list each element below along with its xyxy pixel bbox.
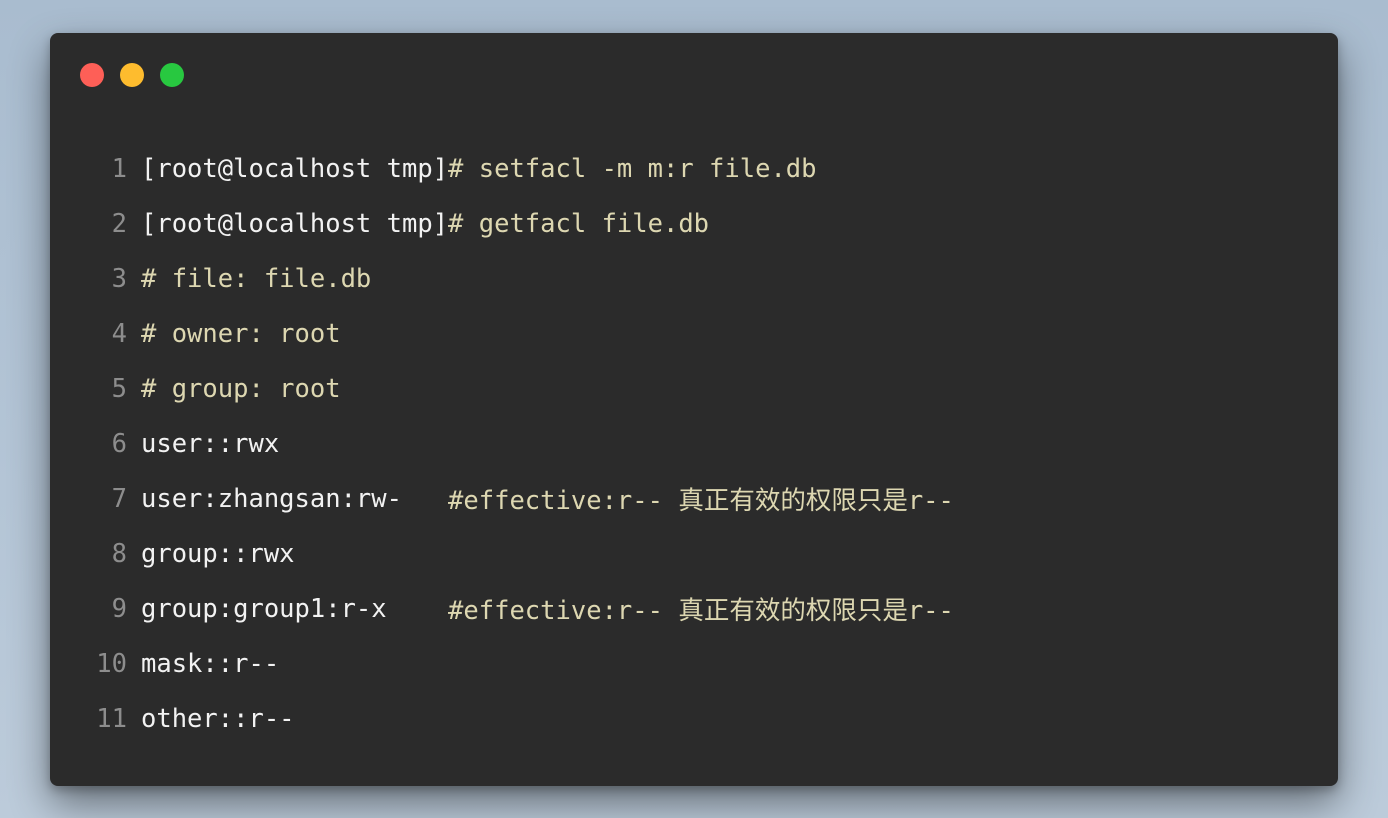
code-line: 2 [root@localhost tmp] # getfacl file.db xyxy=(50,196,1338,251)
line-number: 7 xyxy=(111,483,127,514)
line-number: 2 xyxy=(111,208,127,239)
close-button[interactable] xyxy=(80,63,104,87)
code-line: 4 # owner: root xyxy=(50,306,1338,361)
code-text: [root@localhost tmp] xyxy=(141,153,449,184)
line-number: 5 xyxy=(111,373,127,404)
code-text: mask::r-- xyxy=(141,648,280,679)
code-line: 11 other::r-- xyxy=(50,691,1338,746)
line-number: 9 xyxy=(111,593,127,624)
code-comment: # setfacl -m m:r file.db xyxy=(448,153,817,184)
line-number: 1 xyxy=(111,153,127,184)
code-line: 8 group::rwx xyxy=(50,526,1338,581)
code-comment: # group: root xyxy=(141,373,341,404)
line-number: 10 xyxy=(96,648,127,679)
line-number: 3 xyxy=(111,263,127,294)
code-text: user::rwx xyxy=(141,428,280,459)
code-text: group:group1:r-x xyxy=(141,593,449,624)
code-comment: # owner: root xyxy=(141,318,341,349)
code-comment: # file: file.db xyxy=(141,263,372,294)
code-text: user:zhangsan:rw- xyxy=(141,483,449,514)
line-number: 8 xyxy=(111,538,127,569)
code-comment: #effective:r-- 真正有效的权限只是r-- xyxy=(448,486,954,516)
code-line: 10 mask::r-- xyxy=(50,636,1338,691)
code-line: 1 [root@localhost tmp] # setfacl -m m:r fi… xyxy=(50,141,1338,196)
minimize-button[interactable] xyxy=(120,63,144,87)
code-line: 7 user:zhangsan:rw- #effective:r-- 真正有效的权… xyxy=(50,471,1338,526)
code-block: 1 [root@localhost tmp] # setfacl -m m:r fi… xyxy=(50,141,1338,746)
window-controls xyxy=(80,63,184,87)
code-window: 1 [root@localhost tmp] # setfacl -m m:r fi… xyxy=(50,33,1338,786)
code-line: 6 user::rwx xyxy=(50,416,1338,471)
line-number: 11 xyxy=(96,703,127,734)
code-text: group::rwx xyxy=(141,538,295,569)
line-number: 6 xyxy=(111,428,127,459)
code-comment: #effective:r-- 真正有效的权限只是r-- xyxy=(448,596,954,626)
line-number: 4 xyxy=(111,318,127,349)
code-line: 5 # group: root xyxy=(50,361,1338,416)
code-line: 9 group:group1:r-x #effective:r-- 真正有效的权限… xyxy=(50,581,1338,636)
code-comment: # getfacl file.db xyxy=(448,208,710,239)
code-text: [root@localhost tmp] xyxy=(141,208,449,239)
zoom-button[interactable] xyxy=(160,63,184,87)
code-text: other::r-- xyxy=(141,703,295,734)
code-line: 3 # file: file.db xyxy=(50,251,1338,306)
